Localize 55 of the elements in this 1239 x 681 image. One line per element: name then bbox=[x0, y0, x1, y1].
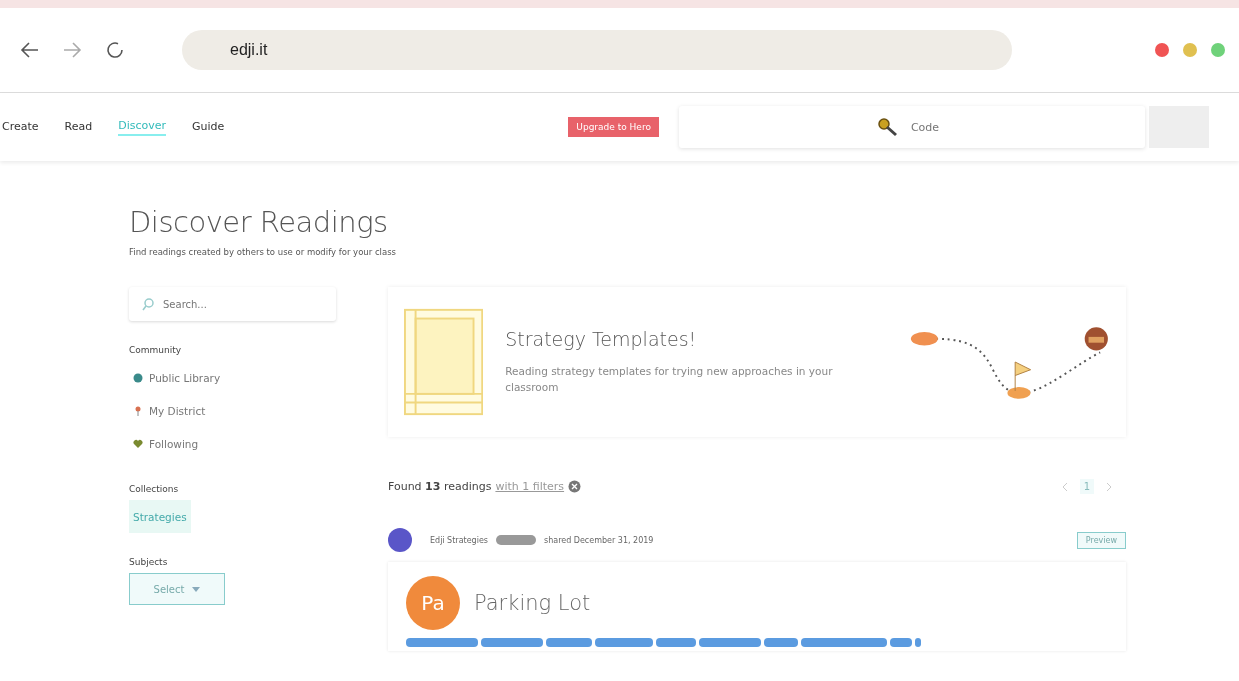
tag-pill[interactable] bbox=[764, 638, 798, 647]
previous-page-icon[interactable] bbox=[1061, 481, 1068, 492]
sidebar-item[interactable]: Public Library bbox=[129, 361, 225, 394]
banner-title: Strategy Templates! bbox=[505, 328, 698, 351]
tag-pill[interactable] bbox=[595, 638, 653, 647]
section-heading: Community bbox=[129, 345, 183, 355]
search-icon bbox=[141, 297, 155, 311]
avatar-circle bbox=[388, 528, 412, 552]
tag-pill[interactable] bbox=[481, 638, 543, 647]
search-field[interactable]: Search... bbox=[129, 287, 336, 321]
banner-text: Reading strategy templates for trying new approaches in your classroom bbox=[505, 364, 834, 395]
code-field[interactable]: Code bbox=[678, 106, 1145, 148]
reload-icon[interactable] bbox=[104, 39, 126, 61]
tag-pill[interactable] bbox=[406, 638, 478, 647]
sidebar-item[interactable]: Strategies bbox=[129, 500, 191, 533]
pin-icon bbox=[133, 405, 143, 416]
heart-icon bbox=[133, 438, 143, 449]
tag-pill[interactable] bbox=[890, 638, 912, 647]
sidebar-item[interactable]: Following bbox=[129, 427, 203, 460]
reading-card[interactable]: Pa Parking Lot bbox=[388, 562, 1126, 651]
tag-pill[interactable] bbox=[915, 638, 921, 647]
reading-title: Parking Lot bbox=[474, 591, 591, 615]
back-arrow-icon[interactable] bbox=[20, 41, 40, 59]
page-subtitle: Find readings created by others to use or modify for your class bbox=[129, 247, 397, 257]
results-summary: Found 13 readings bbox=[388, 480, 492, 493]
tag-pill[interactable] bbox=[546, 638, 592, 647]
clear-filter-icon[interactable] bbox=[568, 480, 582, 493]
caret-icon bbox=[192, 586, 201, 592]
forward-arrow-icon[interactable] bbox=[62, 41, 82, 59]
upgrade-button[interactable]: Upgrade to Hero bbox=[568, 117, 659, 137]
subjects-dropdown[interactable]: Select bbox=[129, 573, 225, 605]
sidebar-item[interactable]: My District bbox=[129, 394, 210, 427]
preview-button[interactable]: Preview bbox=[1076, 531, 1126, 549]
filters-link[interactable]: with 1 filters bbox=[495, 480, 565, 493]
maximize-window-dot[interactable] bbox=[1211, 43, 1225, 57]
nav-link[interactable]: Create bbox=[2, 119, 39, 135]
initials-badge: Pa bbox=[406, 576, 460, 630]
address-bar[interactable]: edji.it bbox=[182, 30, 1012, 70]
close-window-dot[interactable] bbox=[1155, 43, 1169, 57]
section-heading: Collections bbox=[129, 484, 180, 494]
tag-pill[interactable] bbox=[801, 638, 887, 647]
author-name[interactable]: Edji Strategies bbox=[430, 535, 488, 545]
tag-pill[interactable] bbox=[656, 638, 696, 647]
section-heading: Subjects bbox=[129, 557, 169, 567]
banner-card[interactable]: Strategy Templates! Reading strategy templates for trying new approaches in your classroom bbox=[388, 287, 1126, 437]
nav-link[interactable]: Discover bbox=[118, 118, 167, 136]
nav-link[interactable]: Guide bbox=[192, 119, 225, 135]
nav-link[interactable]: Read bbox=[64, 119, 93, 135]
template-icon bbox=[404, 307, 484, 417]
status-badge bbox=[496, 535, 536, 545]
next-page-icon[interactable] bbox=[1106, 481, 1112, 492]
minimize-window-dot[interactable] bbox=[1183, 43, 1197, 57]
page-title: Discover Readings bbox=[129, 205, 389, 239]
shared-date: shared December 31, 2019 bbox=[544, 535, 654, 545]
tag-pill[interactable] bbox=[699, 638, 761, 647]
